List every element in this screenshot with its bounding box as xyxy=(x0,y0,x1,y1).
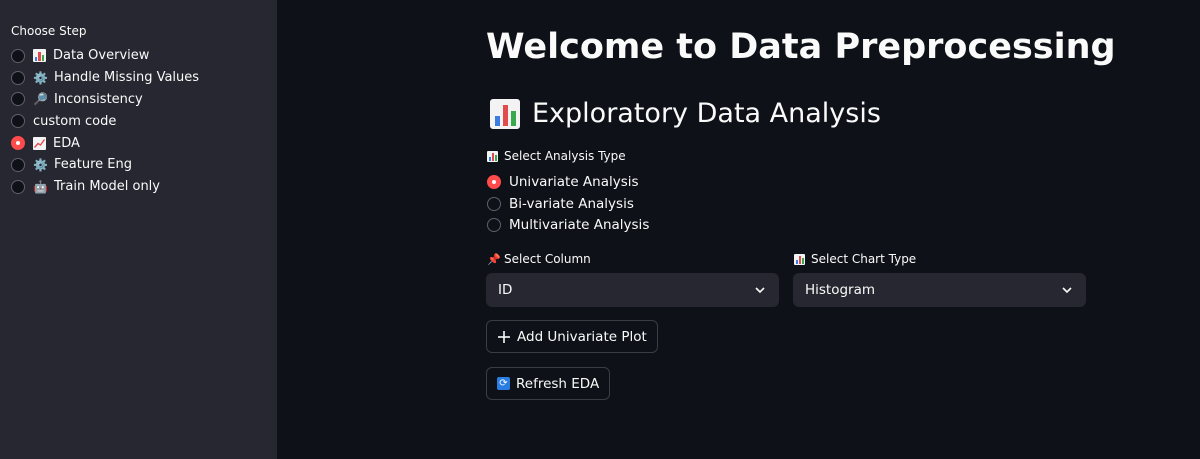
step-option-label: Train Model only xyxy=(54,179,160,195)
analysis-type-radio-group: Univariate Analysis Bi-variate Analysis … xyxy=(487,171,649,236)
analysis-option-label: Bi-variate Analysis xyxy=(509,195,634,212)
gear-icon: ⚙️ xyxy=(33,157,48,172)
radio-button-selected[interactable] xyxy=(11,136,25,151)
page-title: Welcome to Data Preprocessing xyxy=(486,27,1116,67)
bar-chart-icon xyxy=(33,49,46,63)
sidebar: Choose Step Data Overview ⚙️ Handle Miss… xyxy=(0,0,277,459)
radio-button[interactable] xyxy=(11,92,25,107)
radio-button[interactable] xyxy=(487,196,501,211)
bar-chart-icon xyxy=(487,150,498,162)
column-select[interactable]: ID xyxy=(486,273,779,307)
analysis-option-bivariate[interactable]: Bi-variate Analysis xyxy=(487,193,649,215)
step-option-label: EDA xyxy=(53,135,80,151)
add-univariate-plot-button[interactable]: Add Univariate Plot xyxy=(486,320,658,353)
step-option-label: Inconsistency xyxy=(54,91,143,107)
chart-type-label: Select Chart Type xyxy=(794,252,916,266)
refresh-eda-label: Refresh EDA xyxy=(516,375,600,392)
radio-button-selected[interactable] xyxy=(487,174,501,189)
column-select-value: ID xyxy=(498,282,513,298)
chart-type-label-text: Select Chart Type xyxy=(811,252,917,266)
bar-chart-icon xyxy=(794,253,805,265)
step-option-handle-missing-values[interactable]: ⚙️ Handle Missing Values xyxy=(11,67,199,89)
step-option-inconsistency[interactable]: 🔎 Inconsistency xyxy=(11,89,199,111)
radio-button[interactable] xyxy=(11,48,25,63)
step-option-eda[interactable]: EDA xyxy=(11,132,199,154)
step-option-label: Data Overview xyxy=(53,48,150,64)
analysis-option-univariate[interactable]: Univariate Analysis xyxy=(487,171,649,193)
add-univariate-plot-label: Add Univariate Plot xyxy=(517,328,647,345)
analysis-option-label: Univariate Analysis xyxy=(509,173,639,190)
robot-icon: 🤖 xyxy=(33,179,48,194)
refresh-eda-button[interactable]: ⟳ Refresh EDA xyxy=(486,367,611,400)
chart-type-select-value: Histogram xyxy=(805,282,876,298)
step-option-label: custom code xyxy=(33,113,117,129)
sidebar-heading: Choose Step xyxy=(11,24,87,38)
pushpin-icon: 📌 xyxy=(487,252,501,266)
analysis-type-label: Select Analysis Type xyxy=(487,149,626,163)
step-radio-group: Data Overview ⚙️ Handle Missing Values 🔎… xyxy=(11,45,199,198)
step-option-train-model-only[interactable]: 🤖 Train Model only xyxy=(11,176,199,198)
chevron-down-icon xyxy=(1062,287,1072,294)
column-select-label: 📌 Select Column xyxy=(487,252,591,266)
gear-icon: ⚙️ xyxy=(33,70,48,85)
plus-icon xyxy=(498,330,510,343)
refresh-icon: ⟳ xyxy=(497,377,510,390)
radio-button[interactable] xyxy=(11,157,25,172)
analysis-option-label: Multivariate Analysis xyxy=(509,217,650,234)
step-option-custom-code[interactable]: custom code xyxy=(11,110,199,132)
step-option-label: Handle Missing Values xyxy=(54,70,200,86)
line-chart-icon xyxy=(33,136,46,150)
magnifier-icon: 🔎 xyxy=(33,92,48,107)
section-title: Exploratory Data Analysis xyxy=(490,98,881,129)
radio-button[interactable] xyxy=(11,179,25,194)
analysis-type-label-text: Select Analysis Type xyxy=(504,149,626,163)
chart-type-select[interactable]: Histogram xyxy=(793,273,1086,307)
step-option-feature-eng[interactable]: ⚙️ Feature Eng xyxy=(11,154,199,176)
section-title-text: Exploratory Data Analysis xyxy=(532,98,881,129)
radio-button[interactable] xyxy=(11,70,25,85)
bar-chart-icon xyxy=(490,98,520,129)
step-option-data-overview[interactable]: Data Overview xyxy=(11,45,199,67)
step-option-label: Feature Eng xyxy=(54,157,132,173)
analysis-option-multivariate[interactable]: Multivariate Analysis xyxy=(487,215,649,237)
radio-button[interactable] xyxy=(487,218,501,233)
radio-button[interactable] xyxy=(11,114,25,129)
app: Choose Step Data Overview ⚙️ Handle Miss… xyxy=(0,0,1200,459)
column-select-label-text: Select Column xyxy=(504,252,591,266)
chevron-down-icon xyxy=(755,287,765,294)
